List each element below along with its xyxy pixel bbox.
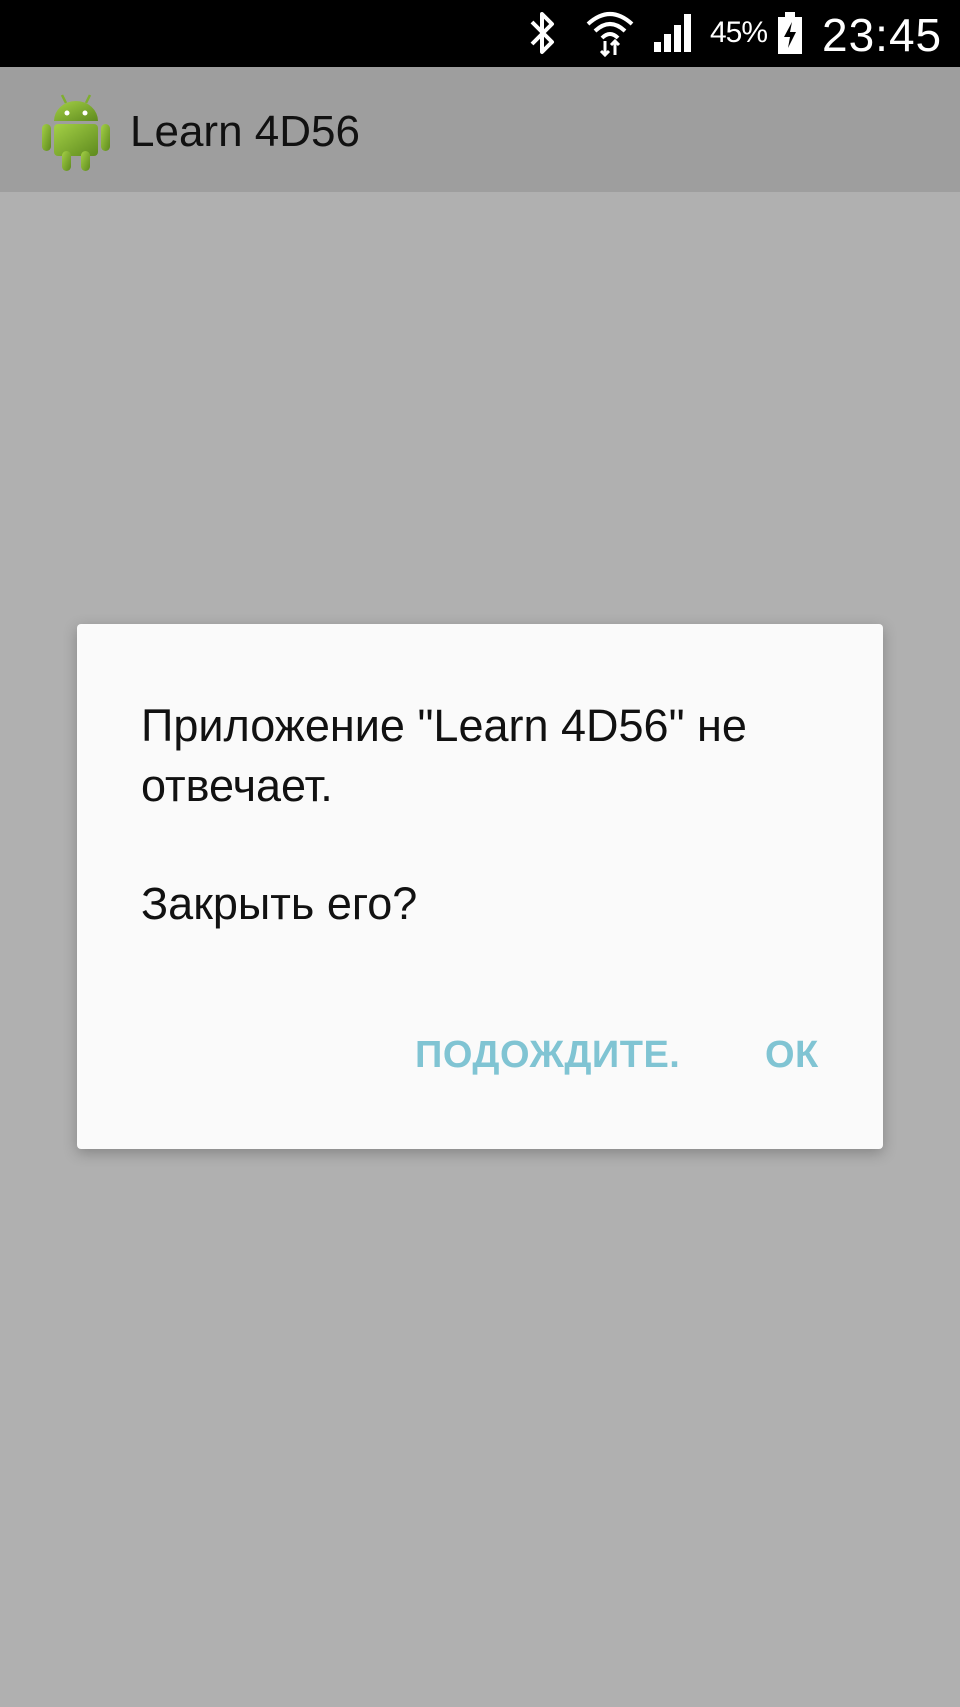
action-bar: Learn 4D56 bbox=[0, 67, 960, 192]
wifi-icon bbox=[584, 8, 636, 63]
battery-percent: 45% bbox=[710, 16, 768, 49]
bluetooth-icon bbox=[526, 10, 560, 61]
android-icon bbox=[40, 89, 112, 173]
battery-icon bbox=[776, 10, 804, 61]
app-title: Learn 4D56 bbox=[130, 107, 360, 156]
anr-dialog: Приложение "Learn 4D56" не отвечает. Зак… bbox=[77, 624, 883, 1149]
wait-button[interactable]: ПОДОЖДИТЕ. bbox=[415, 1034, 680, 1077]
signal-icon bbox=[652, 12, 696, 59]
clock: 23:45 bbox=[822, 9, 943, 61]
dialog-message: Приложение "Learn 4D56" не отвечает. bbox=[141, 700, 747, 811]
ok-button[interactable]: ОК bbox=[765, 1034, 819, 1077]
status-bar: 45% 23:45 bbox=[0, 0, 960, 67]
dialog-question: Закрыть его? bbox=[141, 878, 418, 929]
